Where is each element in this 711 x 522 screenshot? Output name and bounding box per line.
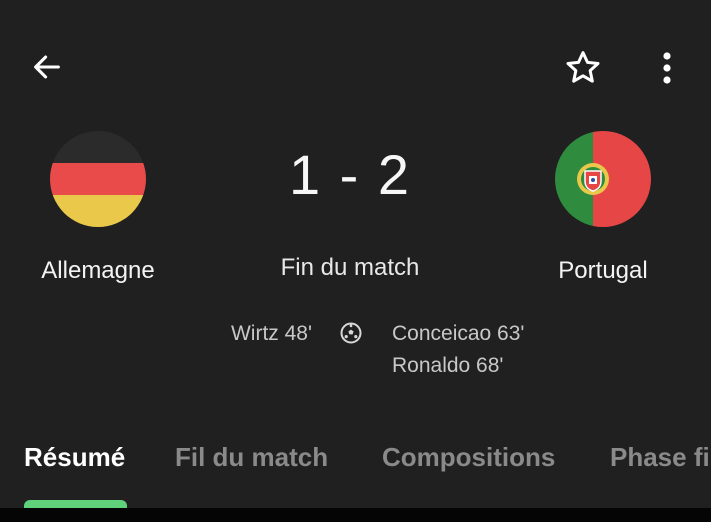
top-app-bar (0, 0, 711, 130)
goal-scorer: Wirtz 48' (230, 322, 312, 345)
home-team[interactable]: Allemagne (30, 131, 166, 285)
arrow-left-icon (34, 55, 60, 79)
away-team-name: Portugal (558, 257, 648, 284)
match-score: 1 - 2 (288, 143, 412, 206)
goal-scorer: Ronaldo 68' (392, 354, 504, 377)
away-scorers: Conceicao 63' Ronaldo 68' (392, 318, 592, 382)
away-team[interactable]: Portugal (535, 131, 671, 285)
home-team-name: Allemagne (41, 257, 155, 284)
portugal-flag-icon (555, 131, 651, 227)
favorite-button[interactable] (560, 45, 606, 91)
goal-scorer: Conceicao 63' (392, 322, 525, 345)
star-outline-icon (566, 51, 600, 83)
germany-flag-icon (50, 131, 146, 227)
more-options-button[interactable] (650, 45, 684, 91)
bottom-edge (0, 508, 711, 522)
tab-compositions[interactable]: Compositions (382, 442, 555, 473)
match-tabs: Résumé Fil du match Compositions Phase f… (0, 430, 711, 510)
more-vertical-icon (663, 52, 671, 84)
tab-fil-du-match[interactable]: Fil du match (175, 442, 328, 473)
home-scorers: Wirtz 48' (160, 318, 312, 350)
soccer-ball-icon (339, 321, 363, 345)
tab-resume[interactable]: Résumé (24, 442, 125, 473)
tab-phase-finale[interactable]: Phase fi (610, 442, 710, 473)
match-status: Fin du match (280, 254, 420, 281)
back-button[interactable] (26, 46, 68, 88)
